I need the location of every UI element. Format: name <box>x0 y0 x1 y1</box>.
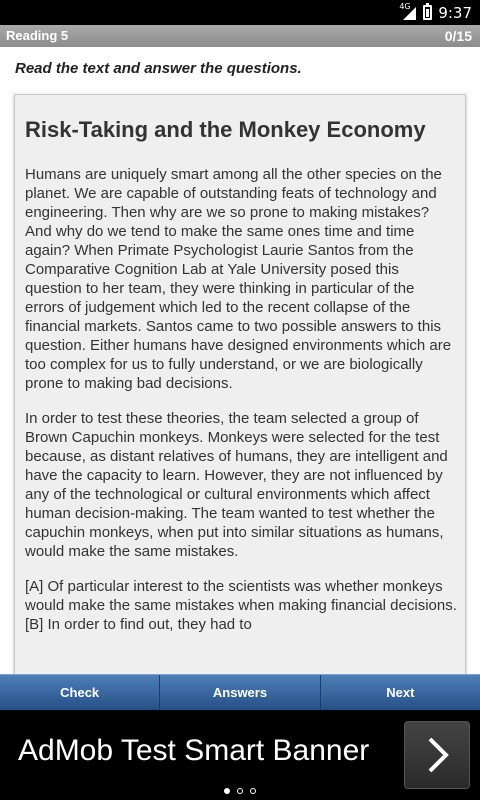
answers-button[interactable]: Answers <box>160 675 321 710</box>
page-title: Reading 5 <box>6 28 69 43</box>
battery-icon <box>423 3 433 20</box>
paragraph: [A] Of particular interest to the scient… <box>25 578 457 633</box>
ad-banner[interactable]: AdMob Test Smart Banner <box>0 710 480 800</box>
reading-body: Humans are uniquely smart among all the … <box>25 165 457 650</box>
signal-icon: 4G <box>399 2 417 21</box>
paragraph: In order to test these theories, the tea… <box>25 410 448 560</box>
check-button[interactable]: Check <box>0 675 161 710</box>
action-bar: Check Answers Next <box>0 674 480 710</box>
paragraph: Humans are uniquely smart among all the … <box>25 166 452 392</box>
title-bar: Reading 5 0/15 <box>0 25 480 47</box>
ad-text: AdMob Test Smart Banner <box>18 734 370 767</box>
question-counter: 0/15 <box>444 28 472 44</box>
pager-dot <box>224 788 230 794</box>
status-bar: 4G 9:37 <box>0 0 480 25</box>
reading-title: Risk-Taking and the Monkey Economy <box>25 117 426 142</box>
reading-panel[interactable]: Risk-Taking and the Monkey Economy Human… <box>14 94 466 684</box>
clock: 9:37 <box>438 3 472 22</box>
chevron-right-icon[interactable] <box>404 721 470 789</box>
instructions: Read the text and answer the questions. <box>15 60 302 77</box>
pager-dots <box>0 788 480 794</box>
pager-dot <box>250 788 256 794</box>
next-button[interactable]: Next <box>321 675 480 710</box>
pager-dot <box>237 788 243 794</box>
